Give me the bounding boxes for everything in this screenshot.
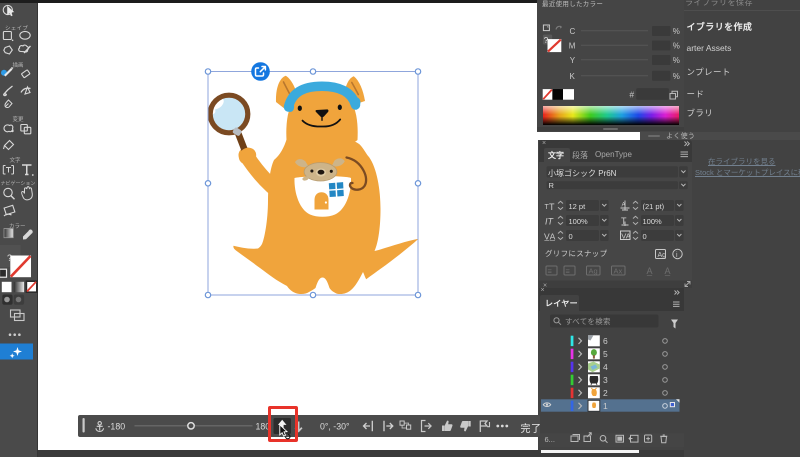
svg-text:≡: ≡ [547, 266, 552, 275]
svg-text:4: 4 [603, 362, 608, 372]
svg-text:C: C [570, 27, 576, 36]
svg-text:≡: ≡ [565, 266, 570, 275]
svg-text:5: 5 [603, 349, 608, 359]
svg-text:%: % [673, 72, 680, 81]
svg-text:M: M [569, 41, 576, 50]
svg-text:0°, -30°: 0°, -30° [320, 421, 350, 431]
svg-text:?: ? [544, 36, 549, 45]
svg-text:6: 6 [603, 336, 608, 346]
svg-text:i: i [676, 252, 678, 259]
svg-text:1: 1 [603, 401, 608, 411]
svg-text:%: % [673, 27, 680, 36]
svg-text:%: % [673, 56, 680, 65]
svg-text:3: 3 [603, 375, 608, 385]
svg-text:6...: 6... [544, 435, 554, 444]
svg-text:Y: Y [570, 56, 576, 65]
svg-text:V̲A̲: V̲A̲ [543, 231, 555, 241]
svg-text:A̲: A̲ [646, 266, 652, 276]
svg-text:K: K [570, 72, 576, 81]
svg-text:Ag: Ag [588, 266, 597, 275]
svg-text:T: T [549, 202, 555, 212]
svg-text:IT: IT [545, 216, 555, 226]
svg-text:Ag: Ag [657, 252, 666, 259]
svg-text:VA: VA [621, 231, 630, 240]
svg-text:A̲: A̲ [664, 266, 670, 276]
svg-text:#: # [629, 90, 634, 100]
svg-text:-180: -180 [107, 421, 125, 431]
svg-text:2: 2 [603, 388, 608, 398]
svg-text:T: T [621, 216, 627, 226]
svg-text:%: % [673, 42, 680, 51]
svg-text:Ax: Ax [613, 266, 622, 275]
